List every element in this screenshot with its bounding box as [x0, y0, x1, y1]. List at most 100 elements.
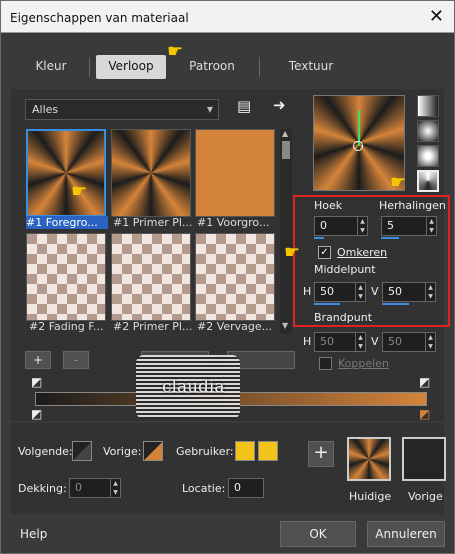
herhalingen-input[interactable]: 5 ▲ ▼ — [381, 216, 437, 236]
omkeren-checkbox[interactable]: ✓ — [318, 246, 331, 259]
highlight-box — [293, 195, 450, 327]
dekking-label: Dekking: — [18, 482, 67, 495]
material-properties-dialog: Eigenschappen van materiaal ✕ Kleur Verl… — [0, 0, 455, 554]
middelpunt-h-value: 50 — [320, 285, 334, 298]
remove-stop-button[interactable]: - — [63, 351, 89, 369]
tab-kleur[interactable]: Kleur — [23, 55, 79, 79]
user-color-swatch-1[interactable] — [235, 441, 255, 461]
current-gradient-swatch[interactable] — [347, 437, 391, 481]
brandpunt-h-value: 50 — [320, 335, 334, 348]
watermark-text: claudia — [162, 377, 225, 397]
vorige-label: Vorige: — [103, 445, 142, 458]
spinner-icon[interactable]: ▲ ▼ — [426, 217, 436, 235]
sunburst-style-button[interactable] — [417, 145, 439, 167]
spinner-icon[interactable]: ▲ ▼ — [357, 217, 367, 235]
gebruiker-label: Gebruiker: — [176, 445, 234, 458]
add-stop-button[interactable]: + — [25, 351, 51, 369]
middelpunt-h-input[interactable]: 50 ▲ ▼ — [314, 282, 366, 302]
gradient-label: #1 Voorgro... — [197, 216, 270, 229]
gradient-label: #2 Vervage... — [197, 320, 273, 333]
window-title: Eigenschappen van materiaal — [10, 11, 189, 25]
locatie-label: Locatie: — [182, 482, 226, 495]
brandpunt-v-label: V — [371, 335, 379, 348]
next-color-swatch[interactable] — [72, 441, 92, 461]
ok-button[interactable]: OK — [280, 521, 356, 547]
middelpunt-label: Middelpunt — [314, 263, 376, 276]
linear-style-button[interactable] — [417, 95, 439, 117]
herhalingen-label: Herhalingen — [379, 199, 446, 212]
tab-textuur[interactable]: Textuur — [273, 55, 349, 79]
tab-patroon[interactable]: Patroon — [177, 55, 247, 79]
middelpunt-v-slider[interactable] — [382, 303, 409, 305]
tab-separator — [259, 57, 260, 77]
scrollbar[interactable]: ▲ ▼ — [280, 129, 292, 334]
koppelen-checkbox[interactable] — [319, 357, 332, 370]
hoek-input[interactable]: 0 ▲ ▼ — [314, 216, 368, 236]
gradient-thumb-3[interactable] — [195, 129, 275, 217]
spinner-icon[interactable]: ▲ ▼ — [425, 283, 435, 301]
herhalingen-slider[interactable] — [381, 237, 399, 239]
chevron-down-icon: ▼ — [206, 105, 213, 114]
pointing-hand-icon: ☛ — [167, 41, 184, 62]
gradient-thumb-6[interactable] — [195, 233, 275, 321]
pointing-hand-icon: ☛ — [71, 181, 88, 202]
gradient-label: #1 Primer Pl... — [113, 216, 193, 229]
gradient-thumb-2[interactable] — [111, 129, 191, 217]
gradient-thumb-5[interactable] — [111, 233, 191, 321]
rectangular-style-button[interactable] — [417, 120, 439, 142]
marker-bottom-right[interactable]: ◩ — [419, 407, 430, 421]
brandpunt-label: Brandpunt — [314, 311, 373, 324]
close-icon[interactable]: ✕ — [429, 6, 444, 27]
category-dropdown[interactable]: Alles ▼ — [25, 99, 219, 120]
scrollbar-thumb[interactable] — [282, 141, 290, 159]
locatie-value: 0 — [234, 481, 241, 494]
pointing-hand-icon: ☛ — [390, 172, 407, 193]
user-color-swatch-2[interactable] — [258, 441, 278, 461]
locatie-input[interactable]: 0 — [228, 478, 264, 498]
gradient-label: #1 Foregro... — [26, 216, 108, 229]
gradient-thumb-1[interactable] — [26, 129, 106, 217]
hoek-label: Hoek — [314, 199, 343, 212]
claudia-watermark-logo: claudia — [136, 355, 240, 419]
vorige-swatch-label: Vorige — [408, 490, 443, 503]
spinner-icon[interactable]: ▲ ▼ — [355, 283, 365, 301]
tab-verloop[interactable]: Verloop — [96, 55, 166, 79]
brandpunt-v-value: 50 — [388, 335, 402, 348]
center-handle[interactable] — [353, 141, 363, 151]
omkeren-label: Omkeren — [337, 246, 388, 259]
radial-style-button[interactable] — [417, 170, 439, 192]
gradient-label: #2 Fading F... — [29, 320, 104, 333]
title-bar: Eigenschappen van materiaal ✕ — [1, 1, 454, 33]
tab-separator — [89, 57, 90, 77]
previous-gradient-swatch[interactable] — [402, 437, 446, 481]
previous-color-swatch[interactable] — [143, 441, 163, 461]
herhalingen-value: 5 — [387, 219, 394, 232]
spinner-icon[interactable]: ▲ ▼ — [425, 333, 435, 351]
middelpunt-h-label: H — [303, 285, 312, 298]
help-link[interactable]: Help — [20, 527, 47, 541]
hoek-slider[interactable] — [314, 237, 324, 239]
brandpunt-v-input[interactable]: 50 ▲ ▼ — [382, 332, 436, 352]
pointing-hand-icon: ☛ — [284, 242, 301, 263]
marker-bottom-left[interactable]: ◩ — [31, 407, 42, 421]
add-swatch-button[interactable]: + — [308, 441, 334, 467]
gradient-label: #2 Primer Pl... — [113, 320, 193, 333]
chevron-up-icon[interactable]: ▲ — [282, 129, 288, 138]
dekking-input[interactable]: 0 ▲ ▼ — [69, 478, 121, 498]
spinner-icon[interactable]: ▲ ▼ — [110, 479, 120, 497]
volgende-label: Volgende: — [18, 445, 73, 458]
marker-top-left[interactable]: ◩ — [31, 375, 42, 389]
gradient-thumb-4[interactable] — [26, 233, 106, 321]
cancel-button[interactable]: Annuleren — [367, 521, 445, 547]
book-icon[interactable]: ▤ — [237, 97, 251, 115]
koppelen-label: Koppelen — [338, 357, 389, 370]
brandpunt-h-input[interactable]: 50 ▲ ▼ — [314, 332, 366, 352]
middelpunt-v-input[interactable]: 50 ▲ ▼ — [382, 282, 436, 302]
spinner-icon[interactable]: ▲ ▼ — [355, 333, 365, 351]
marker-top-right[interactable]: ◩ — [419, 375, 430, 389]
arrow-right-icon[interactable]: ➜ — [273, 96, 286, 114]
hoek-value: 0 — [320, 219, 327, 232]
dekking-value: 0 — [75, 481, 82, 494]
chevron-down-icon[interactable]: ▼ — [282, 321, 288, 330]
middelpunt-h-slider[interactable] — [314, 303, 340, 305]
